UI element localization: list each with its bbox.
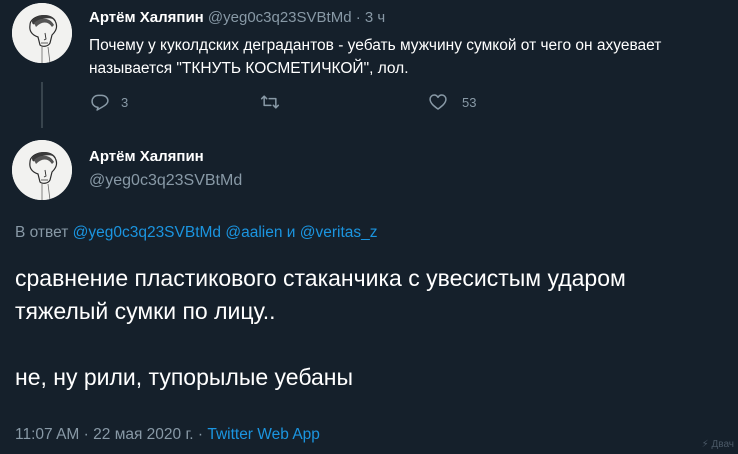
mention-link[interactable]: @aalien xyxy=(225,224,282,241)
handle[interactable]: @yeg0c3q23SVBtMd xyxy=(89,172,242,189)
tweet-paragraph: сравнение пластикового стаканчика с увес… xyxy=(15,265,626,324)
retweet-icon xyxy=(260,95,280,109)
tweet-paragraph: не, ну рили, тупорылые уебаны xyxy=(15,364,353,390)
separator: · xyxy=(355,9,361,26)
like-icon xyxy=(429,94,447,110)
tweet-time[interactable]: 3 ч xyxy=(365,9,385,26)
watermark-icon: ⚡ xyxy=(701,439,709,450)
avatar[interactable] xyxy=(12,3,72,63)
watermark-text: Двач xyxy=(711,439,734,450)
thread-line xyxy=(41,82,43,128)
tweet-time[interactable]: 11:07 AM xyxy=(15,426,79,443)
main-tweet-display-name-row: Артём Халяпин xyxy=(89,148,204,165)
separator: · xyxy=(197,426,204,443)
reply-action[interactable]: 3 xyxy=(89,92,128,112)
source-link[interactable]: Twitter Web App xyxy=(207,426,320,443)
reply-conjunction: и xyxy=(286,224,296,241)
reply-count: 3 xyxy=(121,94,129,110)
display-name[interactable]: Артём Халяпин xyxy=(89,9,204,26)
display-name[interactable]: Артём Халяпин xyxy=(89,148,204,165)
sketch-portrait-avatar-icon xyxy=(12,140,72,200)
mention-link[interactable]: @yeg0c3q23SVBtMd xyxy=(73,224,221,241)
reply-prefix: В ответ xyxy=(15,224,69,241)
mention-link[interactable]: @veritas_z xyxy=(300,224,378,241)
parent-tweet-header: Артём Халяпин @yeg0c3q23SVBtMd · 3 ч xyxy=(89,9,385,26)
tweet-metadata: 11:07 AM · 22 мая 2020 г. · Twitter Web … xyxy=(15,426,320,444)
sketch-portrait-avatar-icon xyxy=(12,3,72,63)
watermark: ⚡ Двач xyxy=(702,439,734,450)
handle[interactable]: @yeg0c3q23SVBtMd xyxy=(208,9,352,26)
avatar[interactable] xyxy=(12,140,72,200)
main-tweet-text: сравнение пластикового стаканчика с увес… xyxy=(15,262,715,394)
retweet-action[interactable] xyxy=(258,92,282,112)
reply-context: В ответ @yeg0c3q23SVBtMd @aalien и @veri… xyxy=(15,224,378,242)
like-action[interactable]: 53 xyxy=(427,92,476,112)
main-tweet-handle-row: @yeg0c3q23SVBtMd xyxy=(89,172,242,190)
reply-icon xyxy=(91,94,109,111)
like-count: 53 xyxy=(462,94,477,110)
parent-tweet-text: Почему у куколдских деградантов - уебать… xyxy=(89,37,662,77)
tweet-date[interactable]: 22 мая 2020 г. xyxy=(93,426,193,443)
separator: · xyxy=(83,426,89,443)
